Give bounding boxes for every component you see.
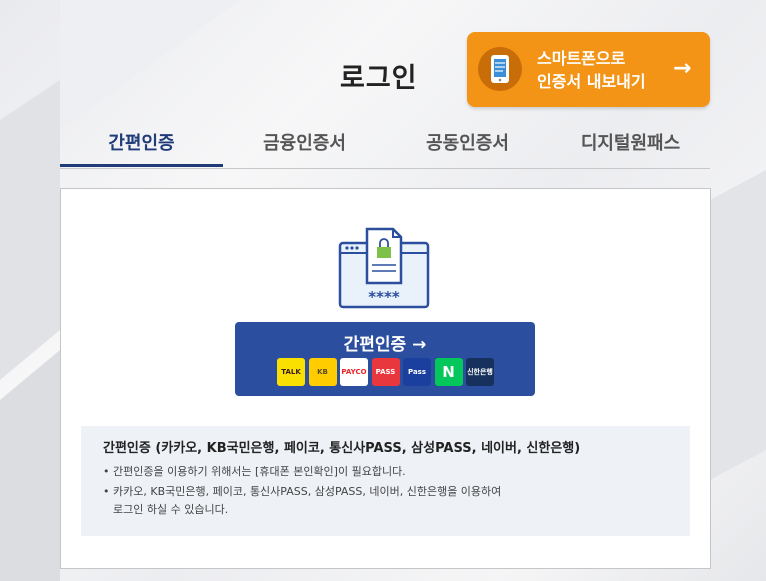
login-tabs: 간편인증 금융인증서 공동인증서 디지털원패스 [60, 118, 710, 169]
info-item-2-continued: 로그인 하실 수 있습니다. [113, 503, 229, 516]
bullet-icon: • [103, 485, 110, 498]
active-tab-indicator [60, 164, 223, 167]
certificate-lock-icon: **** [338, 227, 430, 309]
pass-logo-icon: PASS [371, 358, 400, 386]
simple-auth-panel: **** 간편인증 → TALK KB PAYCO PASS Pass N 신한은행 간편인… [60, 188, 711, 569]
smartphone-icon [478, 47, 522, 91]
shinhan-logo-icon: 신한은행 [466, 358, 494, 386]
info-item-1-text: 간편인증을 이용하기 위해서는 [휴대폰 본인확인]이 필요합니다. [113, 465, 406, 478]
tab-financial-cert[interactable]: 금융인증서 [223, 129, 386, 155]
info-title: 간편인증 (카카오, KB국민은행, 페이코, 통신사PASS, 삼성PASS,… [103, 441, 581, 456]
tab-digital-onepass[interactable]: 디지털원패스 [549, 129, 712, 155]
naver-logo-icon: N [434, 358, 463, 386]
kb-logo-icon: KB [308, 358, 337, 386]
simple-auth-button-label: 간편인증 → [343, 335, 427, 355]
export-certificate-button[interactable]: 스마트폰으로 인증서 내보내기 → [467, 32, 710, 107]
page-title: 로그인 [340, 63, 418, 94]
kakao-logo-icon: TALK [277, 358, 305, 386]
info-item-2-text: 카카오, KB국민은행, 페이코, 통신사PASS, 삼성PASS, 네이버, … [113, 485, 502, 498]
tab-simple-auth[interactable]: 간편인증 [60, 129, 223, 155]
payco-logo-icon: PAYCO [340, 358, 368, 386]
tab-joint-cert[interactable]: 공동인증서 [386, 129, 549, 155]
samsung-pass-logo-icon: Pass [403, 358, 431, 386]
export-label-line1: 스마트폰으로 [537, 49, 626, 68]
info-box: 간편인증 (카카오, KB국민은행, 페이코, 통신사PASS, 삼성PASS,… [81, 426, 690, 536]
info-item-2: • 카카오, KB국민은행, 페이코, 통신사PASS, 삼성PASS, 네이버,… [103, 483, 501, 501]
arrow-right-icon: → [673, 56, 692, 81]
info-item-1: • 간편인증을 이용하기 위해서는 [휴대폰 본인확인]이 필요합니다. [103, 463, 406, 481]
password-mask-text: **** [368, 288, 400, 306]
bullet-icon: • [103, 465, 110, 478]
export-label-line2: 인증서 내보내기 [537, 72, 646, 91]
simple-auth-button[interactable]: 간편인증 → TALK KB PAYCO PASS Pass N 신한은행 [235, 322, 535, 396]
